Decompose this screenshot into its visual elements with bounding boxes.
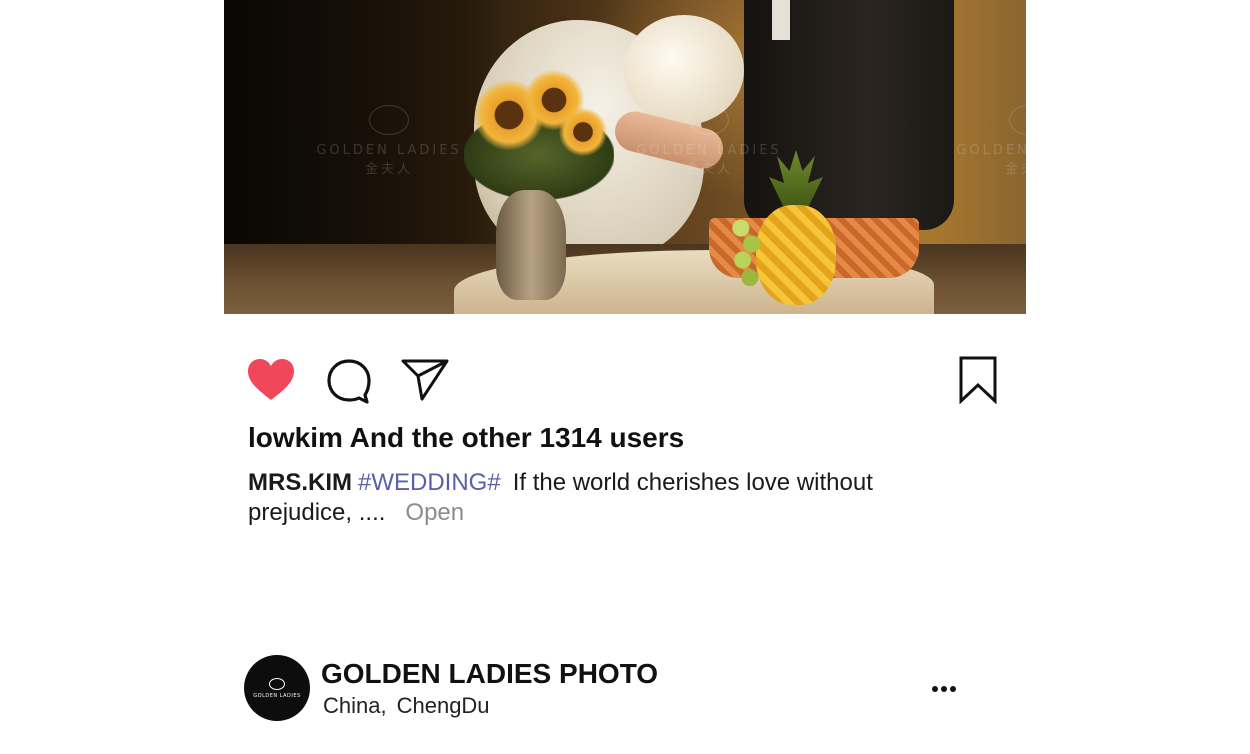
watermark-brand: GOLDEN LADIES [956, 143, 1026, 158]
heart-icon [248, 359, 294, 400]
watermark-logo: GOLDEN LADIES 金夫人 [949, 105, 1026, 177]
post-action-bar [246, 356, 998, 404]
post-caption: MRS.KIM #WEDDING# If the world cherishes l… [248, 468, 968, 528]
comment-button[interactable] [324, 356, 374, 404]
bookmark-icon [959, 356, 997, 404]
account-name-link[interactable]: GOLDEN LADIES PHOTO [321, 658, 658, 690]
brand-emblem-icon [269, 677, 285, 690]
feed: GOLDEN LADIES 金夫人 GOLDEN LADIES 金夫人 GOLD… [0, 0, 1250, 754]
caption-open-link[interactable]: Open [405, 499, 464, 526]
save-button[interactable] [958, 356, 1008, 404]
next-post-header: GOLDEN LADIES GOLDEN LADIES PHOTO China,… [244, 655, 964, 723]
watermark-sub: 金夫人 [684, 162, 733, 177]
watermark-logo: GOLDEN LADIES 金夫人 [629, 105, 789, 177]
location-city: ChengDu [396, 693, 490, 718]
more-horizontal-icon [932, 686, 938, 692]
more-horizontal-icon [941, 686, 947, 692]
caption-hashtag-link[interactable]: #WEDDING# [358, 469, 501, 496]
likes-username-link[interactable]: lowkim [248, 422, 343, 453]
likes-summary: lowkim And the other 1314 users [248, 422, 684, 454]
location-country: China, [323, 693, 387, 718]
photo-shirt [772, 0, 790, 40]
caption-username-link[interactable]: MRS.KIM [248, 469, 352, 496]
watermark-logo: GOLDEN LADIES 金夫人 [309, 105, 469, 177]
comment-icon [327, 359, 371, 404]
photo-sunflower [559, 108, 607, 156]
more-options-button[interactable] [924, 677, 964, 701]
share-button[interactable] [400, 356, 450, 404]
avatar[interactable]: GOLDEN LADIES [244, 655, 310, 721]
photo-pineapple [756, 205, 836, 305]
watermark-sub: 金夫人 [364, 162, 413, 177]
likes-count-text[interactable]: And the other 1314 users [350, 422, 685, 453]
watermark-brand: GOLDEN LADIES [316, 143, 462, 158]
watermark-sub: 金夫人 [1004, 162, 1026, 177]
photo-vase [496, 190, 566, 300]
photo-grapes [730, 212, 766, 292]
post-photo[interactable]: GOLDEN LADIES 金夫人 GOLDEN LADIES 金夫人 GOLD… [224, 0, 1026, 314]
more-horizontal-icon [950, 686, 956, 692]
watermark-brand: GOLDEN LADIES [636, 143, 782, 158]
watermark-emblem-icon [689, 105, 729, 135]
post-location[interactable]: China, ChengDu [323, 693, 490, 719]
send-icon [401, 359, 449, 401]
watermark-emblem-icon [369, 105, 409, 135]
like-button[interactable] [246, 356, 296, 404]
watermark-emblem-icon [1009, 105, 1026, 135]
avatar-brand-text: GOLDEN LADIES [253, 692, 301, 699]
